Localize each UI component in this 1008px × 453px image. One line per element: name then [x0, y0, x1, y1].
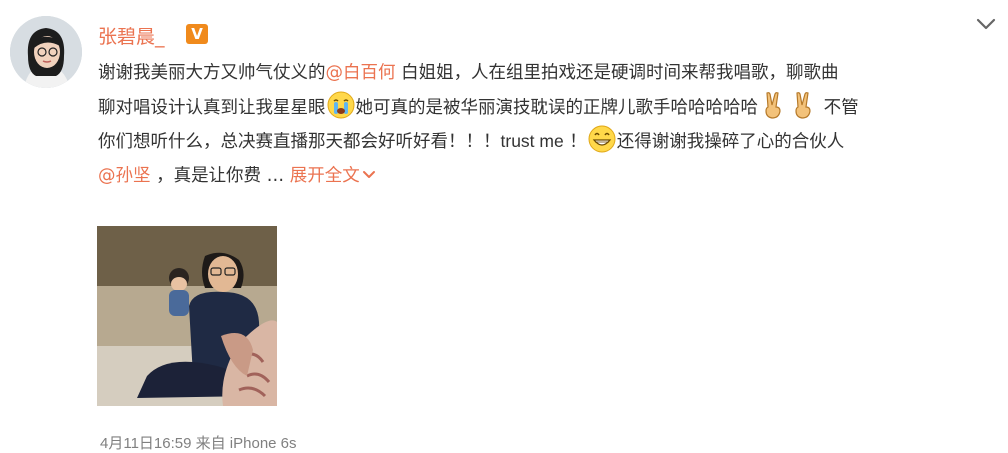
text-segment: 谢谢我美丽大方又帅气仗义的 [98, 63, 326, 83]
photo-image [97, 226, 277, 406]
victory-hand-icon [758, 90, 788, 120]
text-segment: ！ [563, 132, 587, 152]
text-segment: ，真是让你费 … [150, 166, 290, 186]
expand-label: 展开全文 [289, 166, 360, 186]
text-segment: 还得谢谢我操碎了心的合伙人 [616, 132, 845, 152]
victory-hand-icon [788, 90, 818, 120]
mention-link-sunjian[interactable]: @孙坚 [98, 166, 151, 186]
text-segment: 不管 [818, 98, 859, 118]
avatar-image [10, 16, 82, 88]
post-line: 你们想听什么，总决赛直播那天都会好听好看！！！trust me ！ 还得谢谢我操碎… [98, 124, 998, 158]
expand-full-text-link[interactable]: 展开全文 [290, 166, 376, 186]
post-line: 聊对唱设计认真到让我星星眼 她可真的是被华丽演技耽误的正牌儿歌手哈哈哈哈哈 不管 [98, 90, 998, 124]
text-segment: 她可真的是被华丽演技耽误的正牌儿歌手哈哈哈哈哈 [355, 98, 759, 118]
avatar[interactable] [10, 16, 82, 88]
post-time[interactable]: 4月11日16:59 [100, 435, 191, 452]
crying-face-icon [326, 90, 356, 120]
post-meta: 4月11日16:59 来自 iPhone 6s [100, 432, 297, 453]
author-name[interactable]: 张碧晨_ [98, 22, 165, 49]
text-segment: 聊对唱设计认真到让我星星眼 [98, 98, 326, 118]
post-line: @孙坚 ，真是让你费 … 展开全文 [98, 158, 998, 192]
verified-badge-icon: V [186, 24, 208, 44]
mention-link-baibaihe[interactable]: @白百何 [326, 63, 396, 83]
post-line: 谢谢我美丽大方又帅气仗义的@白百何 白姐姐，人在组里拍戏还是硬调时间来帮我唱歌，… [98, 56, 998, 90]
post-photo[interactable] [97, 226, 277, 406]
post-source[interactable]: 来自 iPhone 6s [196, 435, 297, 452]
text-segment: 你们想听什么，总决赛直播那天都会好听好看！！！ [98, 132, 501, 152]
grinning-face-icon [587, 124, 617, 154]
text-segment: trust me [500, 131, 564, 151]
chevron-down-icon [362, 158, 376, 192]
chevron-down-icon[interactable] [974, 14, 998, 34]
post-text: 谢谢我美丽大方又帅气仗义的@白百何 白姐姐，人在组里拍戏还是硬调时间来帮我唱歌，… [98, 56, 998, 192]
text-segment: 白姐姐，人在组里拍戏还是硬调时间来帮我唱歌，聊歌曲 [395, 63, 839, 83]
